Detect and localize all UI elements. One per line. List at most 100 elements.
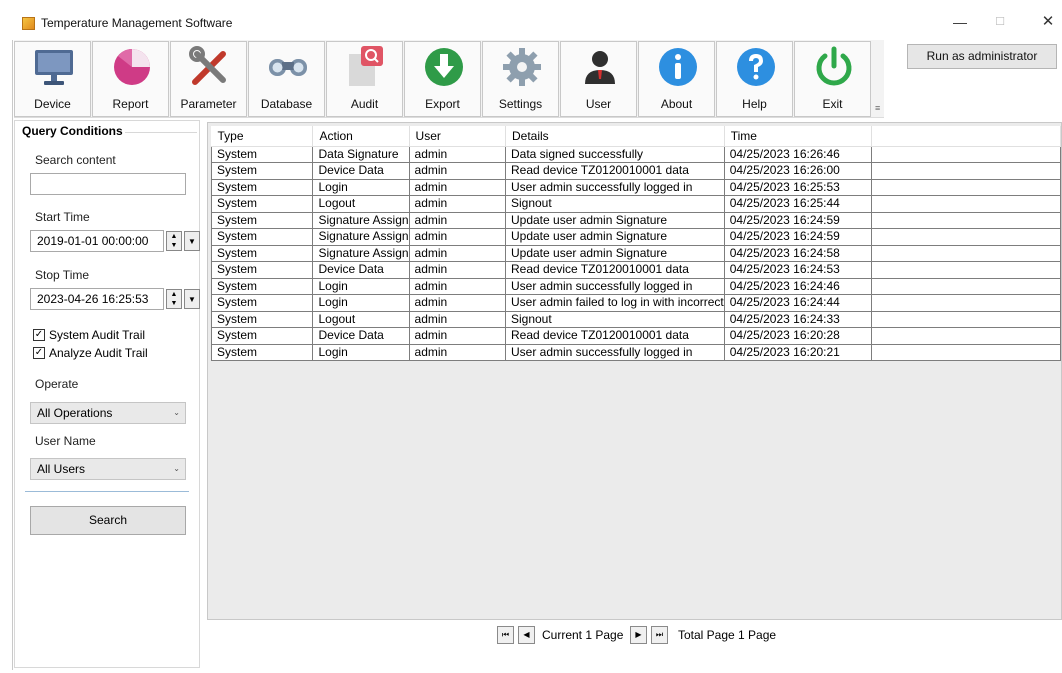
cell-details: Update user admin Signature [504, 228, 725, 246]
first-page-icon[interactable]: ⏮ [497, 626, 514, 644]
toolbar-overflow-icon[interactable]: ≡ [875, 103, 880, 113]
table-row[interactable]: System Device Data admin Read device TZ0120… [210, 261, 1062, 279]
cell-time: 04/25/2023 16:20:28 [723, 327, 872, 345]
operate-select[interactable]: All Operations ⌄ [30, 402, 186, 424]
toolbar-user-button[interactable]: User [560, 41, 637, 117]
table-row[interactable]: System Login admin User admin failed to log… [210, 294, 1062, 312]
toolbar-help-button[interactable]: Help [716, 41, 793, 117]
app-logo-icon [22, 17, 35, 30]
cell-details: User admin failed to log in with incorre… [504, 294, 725, 312]
cell-time: 04/25/2023 16:25:53 [723, 178, 872, 196]
search-content-input[interactable] [30, 173, 186, 195]
pie-chart-icon [114, 49, 150, 85]
table-row[interactable]: System Logout admin Signout 04/25/2023 16:25… [210, 195, 1062, 213]
previous-page-icon[interactable]: ◀ [518, 626, 535, 644]
toolbar-audit-button[interactable]: Audit [326, 41, 403, 117]
table-row[interactable]: System Login admin User admin successfully … [210, 277, 1062, 295]
table-row[interactable]: System Login admin User admin successfully … [210, 343, 1062, 361]
last-page-icon[interactable]: ⏭ [651, 626, 668, 644]
cell-action: Signature Assign [312, 228, 410, 246]
toolbar-device-button[interactable]: Device [14, 41, 91, 117]
user-name-select[interactable]: All Users ⌄ [30, 458, 186, 480]
table-row[interactable]: System Device Data admin Read device TZ0120… [210, 162, 1062, 180]
column-header-action[interactable]: Action [312, 126, 410, 147]
cell-type: System [210, 211, 314, 229]
toolbar-settings-button[interactable]: Settings [482, 41, 559, 117]
panel-divider [25, 491, 189, 492]
minimize-button[interactable]: — [950, 12, 970, 32]
table-row[interactable]: System Logout admin Signout 04/25/2023 16:24… [210, 310, 1062, 328]
table-row[interactable]: System Signature Assign admin Update user a… [210, 244, 1062, 262]
cell-type: System [210, 327, 314, 345]
cell-type: System [210, 343, 314, 361]
cell-type: System [210, 310, 314, 328]
table-row[interactable]: System Data Signature admin Data signed suc… [210, 145, 1062, 163]
start-time-spinner-icon[interactable]: ▲ ▼ [166, 231, 182, 251]
stop-time-spinner-icon[interactable]: ▲ ▼ [166, 289, 182, 309]
cell-user: admin [408, 228, 506, 246]
run-as-administrator-button[interactable]: Run as administrator [907, 44, 1057, 69]
table-row[interactable]: System Signature Assign admin Update user a… [210, 228, 1062, 246]
cell-action: Device Data [312, 327, 410, 345]
table-row[interactable]: System Device Data admin Read device TZ0120… [210, 327, 1062, 345]
cell-type: System [210, 145, 314, 163]
column-header-details[interactable]: Details [505, 126, 725, 147]
help-icon [737, 48, 775, 86]
cell-details: Update user admin Signature [504, 211, 725, 229]
toolbar-settings-label: Settings [498, 97, 543, 111]
binoculars-icon [269, 59, 307, 76]
cell-time: 04/25/2023 16:26:46 [723, 145, 872, 163]
cell-details: Update user admin Signature [504, 244, 725, 262]
analyze-audit-trail-label: Analyze Audit Trail [49, 346, 148, 360]
column-header-type[interactable]: Type [211, 126, 314, 147]
column-header-time[interactable]: Time [724, 126, 872, 147]
start-time-input[interactable]: 2019-01-01 00:00:00 [30, 230, 164, 252]
column-header-user[interactable]: User [409, 126, 506, 147]
start-time-dropdown-icon[interactable]: ▼ [184, 231, 200, 251]
system-audit-trail-label: System Audit Trail [49, 328, 146, 342]
cell-details: Data signed successfully [504, 145, 725, 163]
toolbar-export-button[interactable]: Export [404, 41, 481, 117]
cell-filler [870, 178, 1062, 196]
toolbar-report-button[interactable]: Report [92, 41, 169, 117]
search-button[interactable]: Search [30, 506, 186, 535]
audit-log-grid[interactable]: Type Action User Details Time System Data… [207, 122, 1062, 620]
cell-time: 04/25/2023 16:20:21 [723, 343, 872, 361]
cell-action: Login [312, 178, 410, 196]
cell-user: admin [408, 294, 506, 312]
stop-time-input[interactable]: 2023-04-26 16:25:53 [30, 288, 164, 310]
toolbar-exit-label: Exit [822, 97, 843, 111]
tools-icon [189, 46, 226, 85]
chevron-down-icon: ⌄ [173, 464, 180, 473]
cell-user: admin [408, 211, 506, 229]
toolbar-database-button[interactable]: Database [248, 41, 325, 117]
cell-action: Device Data [312, 261, 410, 279]
cell-user: admin [408, 277, 506, 295]
cell-details: Signout [504, 310, 725, 328]
stop-time-dropdown-icon[interactable]: ▼ [184, 289, 200, 309]
operate-label: Operate [35, 377, 79, 391]
cell-type: System [210, 195, 314, 213]
maximize-button[interactable]: ☐ [990, 12, 1010, 32]
next-page-icon[interactable]: ▶ [630, 626, 647, 644]
cell-filler [870, 162, 1062, 180]
power-icon [816, 46, 852, 86]
table-header-row: Type Action User Details Time [211, 126, 1062, 147]
info-icon [659, 48, 697, 86]
title-bar: Temperature Management Software — ☐ ✕ [0, 0, 1062, 40]
query-conditions-panel: Query Conditions Search content Start Ti… [14, 120, 200, 668]
toolbar-parameter-button[interactable]: Parameter [170, 41, 247, 117]
close-button[interactable]: ✕ [1038, 12, 1058, 32]
toolbar-about-button[interactable]: About [638, 41, 715, 117]
cell-time: 04/25/2023 16:25:44 [723, 195, 872, 213]
cell-user: admin [408, 178, 506, 196]
chevron-down-icon: ⌄ [173, 408, 180, 417]
table-row[interactable]: System Signature Assign admin Update user a… [210, 211, 1062, 229]
cell-action: Login [312, 343, 410, 361]
toolbar-export-label: Export [425, 97, 460, 111]
current-page-label: Current 1 Page [542, 628, 624, 642]
cell-filler [870, 228, 1062, 246]
table-row[interactable]: System Login admin User admin successfully … [210, 178, 1062, 196]
toolbar-exit-button[interactable]: Exit [794, 41, 871, 117]
cell-type: System [210, 244, 314, 262]
